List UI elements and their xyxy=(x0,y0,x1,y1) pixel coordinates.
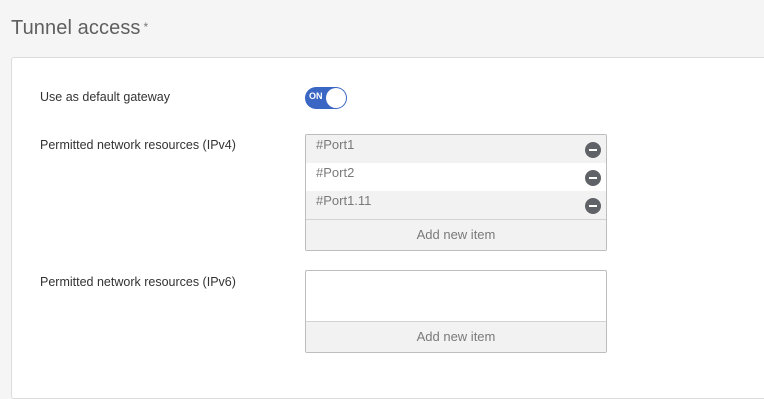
ipv4-resources-label: Permitted network resources (IPv4) xyxy=(40,138,236,152)
ipv6-resources-list: Add new item xyxy=(305,270,607,353)
required-mark: * xyxy=(143,20,149,34)
section-title: Tunnel access * xyxy=(11,17,148,40)
toggle-state-text: ON xyxy=(309,91,323,101)
list-item: #Port1.11 xyxy=(306,191,606,219)
remove-item-icon[interactable] xyxy=(585,142,601,158)
list-item: #Port1 xyxy=(306,135,606,163)
remove-item-icon[interactable] xyxy=(585,170,601,186)
default-gateway-toggle[interactable]: ON xyxy=(305,87,347,109)
list-item-text: #Port1.11 xyxy=(316,193,372,208)
default-gateway-label: Use as default gateway xyxy=(40,90,170,104)
ipv6-add-new-item-button[interactable]: Add new item xyxy=(306,321,606,352)
list-item: #Port2 xyxy=(306,163,606,191)
remove-item-icon[interactable] xyxy=(585,198,601,214)
ipv6-list-empty-area xyxy=(306,271,606,321)
list-item-text: #Port2 xyxy=(316,165,355,180)
section-title-text: Tunnel access xyxy=(11,17,141,39)
ipv4-add-new-item-button[interactable]: Add new item xyxy=(306,219,606,250)
list-item-text: #Port1 xyxy=(316,137,355,152)
ipv4-resources-list: #Port1 #Port2 #Port1.11 Add new item xyxy=(305,134,607,251)
ipv6-resources-label: Permitted network resources (IPv6) xyxy=(40,275,236,289)
toggle-knob[interactable] xyxy=(326,88,346,108)
